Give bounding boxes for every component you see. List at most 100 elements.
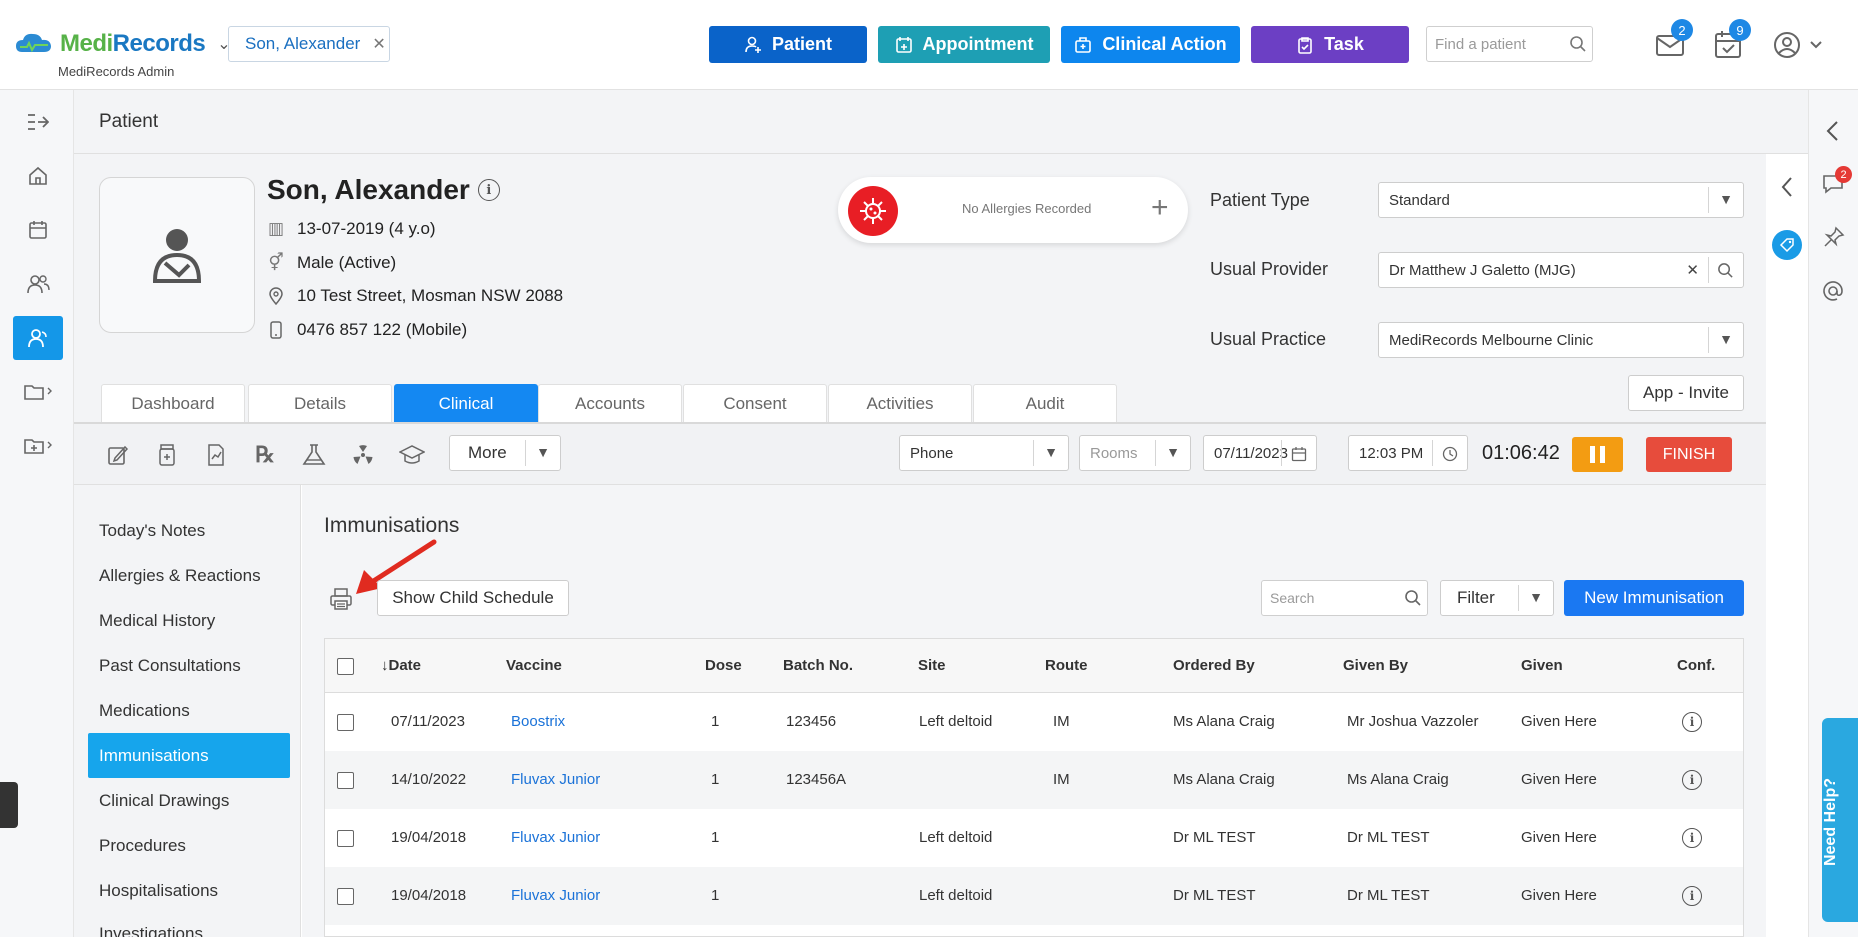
home-icon[interactable]	[13, 154, 63, 198]
filter-dropdown[interactable]: Filter ▼	[1440, 580, 1554, 616]
row-checkbox[interactable]	[337, 772, 354, 789]
show-child-schedule-button[interactable]: Show Child Schedule	[377, 580, 569, 616]
time-input[interactable]: 12:03 PM	[1348, 435, 1468, 471]
column-vaccine[interactable]: Vaccine	[506, 657, 562, 674]
finish-button[interactable]: FINISH	[1646, 437, 1732, 472]
column-route[interactable]: Route	[1045, 657, 1088, 674]
find-patient-input[interactable]: Find a patient	[1426, 26, 1593, 62]
mobile-icon	[267, 321, 285, 339]
clinical-nav-clinical-drawings[interactable]: Clinical Drawings	[99, 791, 229, 811]
row-checkbox[interactable]	[337, 888, 354, 905]
app-invite-button[interactable]: App - Invite	[1628, 375, 1744, 411]
column-given[interactable]: Given	[1521, 657, 1563, 674]
task-button[interactable]: Task	[1251, 26, 1409, 63]
info-icon[interactable]: i	[1682, 886, 1702, 906]
table-row[interactable]: 19/04/2018 Fluvax Junior 1 Left deltoid …	[325, 809, 1743, 867]
row-vaccine-link[interactable]: Boostrix	[511, 713, 565, 730]
clinical-nav-immunisations[interactable]: Immunisations	[88, 733, 290, 778]
row-vaccine-link[interactable]: Fluvax Junior	[511, 887, 600, 904]
info-icon[interactable]: i	[1682, 770, 1702, 790]
appointment-button[interactable]: Appointment	[878, 26, 1050, 63]
close-icon[interactable]: ✕	[372, 34, 385, 54]
column-given-by[interactable]: Given By	[1343, 657, 1408, 674]
column-conf[interactable]: Conf.	[1677, 657, 1715, 674]
tab-activities[interactable]: Activities	[828, 384, 972, 422]
expand-menu-icon[interactable]	[13, 100, 63, 144]
admin-label: MediRecords Admin	[58, 64, 175, 79]
radiation-icon[interactable]	[350, 442, 376, 468]
patients-group-icon[interactable]	[13, 262, 63, 306]
info-icon[interactable]: i	[1682, 828, 1702, 848]
patient-nav-icon[interactable]	[13, 316, 63, 360]
column-site[interactable]: Site	[918, 657, 946, 674]
prescription-icon[interactable]: ℞	[252, 442, 278, 468]
tab-clinical[interactable]: Clinical	[394, 384, 538, 422]
row-checkbox[interactable]	[337, 830, 354, 847]
collapse-panel-icon[interactable]	[1780, 176, 1794, 203]
table-row[interactable]: 07/11/2023 Boostrix 1 123456 Left deltoi…	[325, 693, 1743, 751]
folder-add-icon[interactable]	[13, 424, 63, 468]
at-sign-icon[interactable]	[1822, 280, 1844, 307]
search-icon[interactable]	[1717, 262, 1734, 279]
chart-document-icon[interactable]	[203, 442, 229, 468]
calendar-icon[interactable]	[13, 208, 63, 252]
row-vaccine-link[interactable]: Fluvax Junior	[511, 829, 600, 846]
pause-button[interactable]	[1572, 437, 1623, 472]
patient-name-text: Son, Alexander	[267, 174, 470, 205]
clinical-nav-past-consultations[interactable]: Past Consultations	[99, 656, 241, 676]
tab-audit[interactable]: Audit	[973, 384, 1117, 422]
clinical-nav-allergies[interactable]: Allergies & Reactions	[99, 566, 261, 586]
user-menu[interactable]	[1773, 31, 1825, 64]
clinical-nav-todays-notes[interactable]: Today's Notes	[99, 521, 205, 541]
patient-type-value: Standard	[1389, 191, 1450, 209]
tab-dashboard[interactable]: Dashboard	[101, 384, 245, 422]
folder-icon[interactable]	[13, 370, 63, 414]
tab-consent[interactable]: Consent	[683, 384, 827, 422]
clinical-nav-procedures[interactable]: Procedures	[99, 836, 186, 856]
immunisation-search-input[interactable]: Search	[1261, 580, 1428, 616]
clinical-nav-hospitalisations[interactable]: Hospitalisations	[99, 881, 218, 901]
clinical-nav-medications[interactable]: Medications	[99, 701, 190, 721]
medication-bottle-icon[interactable]	[154, 442, 180, 468]
rooms-select[interactable]: Rooms ▼	[1079, 435, 1191, 471]
education-cap-icon[interactable]	[399, 442, 425, 468]
more-dropdown[interactable]: More ▼	[449, 435, 561, 471]
edit-note-icon[interactable]	[105, 442, 131, 468]
tab-details[interactable]: Details	[248, 384, 392, 422]
patient-avatar[interactable]	[99, 177, 255, 333]
table-row[interactable]: 19/04/2018 Fluvax Junior 1 Left deltoid …	[325, 867, 1743, 925]
column-batch[interactable]: Batch No.	[783, 657, 853, 674]
info-icon[interactable]: i	[1682, 712, 1702, 732]
lab-flask-icon[interactable]	[301, 442, 327, 468]
collapse-left-icon[interactable]	[1825, 120, 1841, 147]
usual-practice-select[interactable]: MediRecords Melbourne Clinic ▼	[1378, 322, 1744, 358]
tab-accounts[interactable]: Accounts	[538, 384, 682, 422]
row-vaccine-link[interactable]: Fluvax Junior	[511, 771, 600, 788]
table-row[interactable]: 14/10/2022 Fluvax Junior 1 123456A IM Ms…	[325, 751, 1743, 809]
new-immunisation-button[interactable]: New Immunisation	[1564, 580, 1744, 616]
chat-badge: 2	[1835, 166, 1852, 183]
need-help-button[interactable]: Need Help?	[1822, 718, 1858, 922]
column-dose[interactable]: Dose	[705, 657, 742, 674]
medirecords-logo[interactable]: MediRecords ⌄	[14, 30, 231, 58]
info-icon[interactable]: i	[477, 179, 500, 201]
clinical-action-button[interactable]: Clinical Action	[1061, 26, 1240, 63]
patient-type-select[interactable]: Standard ▼	[1378, 182, 1744, 218]
column-date[interactable]: ↓Date	[381, 657, 421, 674]
clear-icon[interactable]: ✕	[1686, 261, 1699, 279]
row-given: Given Here	[1521, 887, 1597, 904]
consult-mode-select[interactable]: Phone ▼	[899, 435, 1069, 471]
add-allergy-icon[interactable]: +	[1151, 191, 1169, 225]
clinical-nav-investigations[interactable]: Investigations	[99, 924, 203, 937]
patient-button[interactable]: Patient	[709, 26, 867, 63]
select-all-checkbox[interactable]	[337, 658, 354, 675]
side-handle[interactable]	[0, 782, 18, 828]
usual-provider-field[interactable]: Dr Matthew J Galetto (MJG) ✕	[1378, 252, 1744, 288]
patient-chip[interactable]: Son, Alexander ✕	[228, 26, 390, 62]
tag-icon[interactable]	[1772, 230, 1802, 260]
column-ordered-by[interactable]: Ordered By	[1173, 657, 1255, 674]
date-input[interactable]: 07/11/2023	[1203, 435, 1317, 471]
row-checkbox[interactable]	[337, 714, 354, 731]
pin-icon[interactable]	[1823, 226, 1845, 253]
clinical-nav-medical-history[interactable]: Medical History	[99, 611, 215, 631]
